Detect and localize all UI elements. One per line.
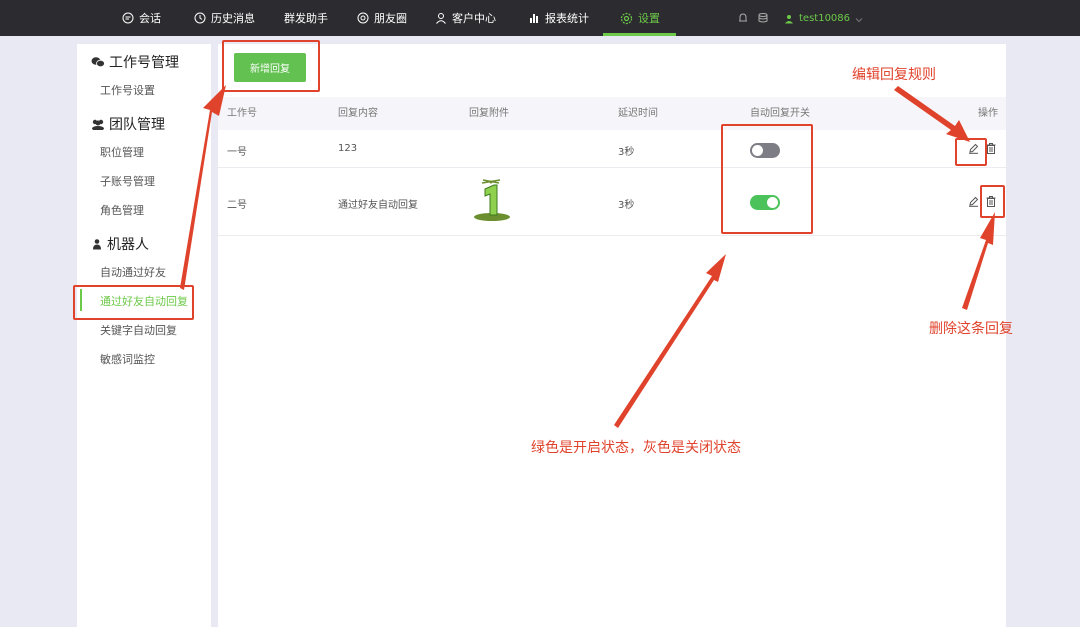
sidebar-group-title: 团队管理 [109, 117, 165, 133]
highlight-active-sidebar-item [73, 285, 194, 320]
nav-customer[interactable]: 客户中心 [435, 0, 496, 36]
table-row: 一号 123 3秒 [218, 130, 1006, 168]
nav-settings[interactable]: 设置 [620, 0, 660, 36]
sidebar-item-sensitive-word-monitor[interactable]: 敏感词监控 [100, 351, 155, 367]
cell-content: 通过好友自动回复 [338, 200, 418, 211]
robot-icon [91, 238, 103, 250]
nav-broadcast[interactable]: 群发助手 [284, 0, 328, 36]
person-icon [435, 12, 447, 24]
sidebar-item-work-account-settings[interactable]: 工作号设置 [100, 82, 155, 98]
highlight-toggle-column [721, 124, 813, 234]
sidebar-item-positions[interactable]: 职位管理 [100, 144, 144, 160]
nav-moments[interactable]: 朋友圈 [357, 0, 407, 36]
nav-chat-label: 会话 [139, 12, 161, 25]
column-header-delay: 延迟时间 [618, 108, 658, 119]
toggle-state-note: 绿色是开启状态，灰色是关闭状态 [531, 440, 741, 456]
team-icon [91, 118, 105, 130]
table-row: 二号 通过好友自动回复 3秒 [218, 168, 1006, 236]
main-panel: 新增回复 工作号 回复内容 回复附件 延迟时间 自动回复开关 操作 一号 123… [218, 44, 1006, 627]
gear-icon [620, 12, 633, 25]
cell-account: 二号 [227, 200, 247, 211]
cell-account: 一号 [227, 147, 247, 158]
sidebar-group-team: 团队管理 [91, 114, 165, 134]
nav-broadcast-label: 群发助手 [284, 12, 328, 25]
top-nav: 会话 历史消息 群发助手 朋友圈 客户中心 报表统计 设置 test10086 [0, 0, 1080, 36]
cell-delay: 3秒 [618, 200, 635, 211]
column-header-actions: 操作 [978, 108, 998, 119]
sidebar-group-title: 机器人 [107, 237, 149, 253]
user-icon [784, 9, 794, 28]
highlight-add-button [222, 40, 320, 92]
aperture-icon [357, 12, 369, 24]
sidebar-group-work-accounts: 工作号管理 [91, 52, 179, 72]
trash-icon[interactable] [986, 143, 996, 154]
nav-chat[interactable]: 会话 [122, 0, 161, 36]
database-icon[interactable] [757, 0, 769, 36]
highlight-edit-icon [955, 138, 987, 166]
delete-reply-note: 删除这条回复 [929, 321, 1013, 337]
sidebar: 工作号管理 工作号设置 团队管理 职位管理 子账号管理 角色管理 机器人 自动通… [77, 44, 211, 627]
bell-icon[interactable] [737, 0, 749, 36]
sidebar-item-auto-accept-friends[interactable]: 自动通过好友 [100, 264, 166, 280]
wechat-icon [91, 56, 105, 68]
cell-content: 123 [338, 143, 358, 154]
column-header-content: 回复内容 [338, 108, 378, 119]
sidebar-group-robot: 机器人 [91, 234, 149, 254]
nav-settings-label: 设置 [638, 12, 660, 25]
chat-bubble-icon [122, 12, 134, 24]
nav-history-label: 历史消息 [211, 12, 255, 25]
attachment-number-one-sticker[interactable] [470, 177, 514, 226]
nav-moments-label: 朋友圈 [374, 12, 407, 25]
user-menu[interactable]: test10086 [784, 0, 863, 36]
nav-reports[interactable]: 报表统计 [528, 0, 589, 36]
user-name: test10086 [799, 12, 851, 24]
cell-delay: 3秒 [618, 147, 635, 158]
edit-icon[interactable] [968, 196, 979, 207]
active-tab-indicator [603, 33, 676, 36]
nav-reports-label: 报表统计 [545, 12, 589, 25]
bar-chart-icon [528, 12, 540, 24]
edit-rule-note: 编辑回复规则 [852, 67, 936, 83]
table-header: 工作号 回复内容 回复附件 延迟时间 自动回复开关 操作 [218, 97, 1006, 130]
chevron-down-icon [855, 9, 863, 28]
highlight-delete-icon [980, 185, 1005, 218]
sidebar-item-sub-accounts[interactable]: 子账号管理 [100, 173, 155, 189]
column-header-attachment: 回复附件 [469, 108, 509, 119]
sidebar-group-title: 工作号管理 [109, 55, 179, 71]
column-header-account: 工作号 [227, 108, 257, 119]
sidebar-item-keyword-auto-reply[interactable]: 关键字自动回复 [100, 322, 177, 338]
nav-customer-label: 客户中心 [452, 12, 496, 25]
clock-icon [194, 12, 206, 24]
nav-history[interactable]: 历史消息 [194, 0, 255, 36]
sidebar-item-roles[interactable]: 角色管理 [100, 202, 144, 218]
